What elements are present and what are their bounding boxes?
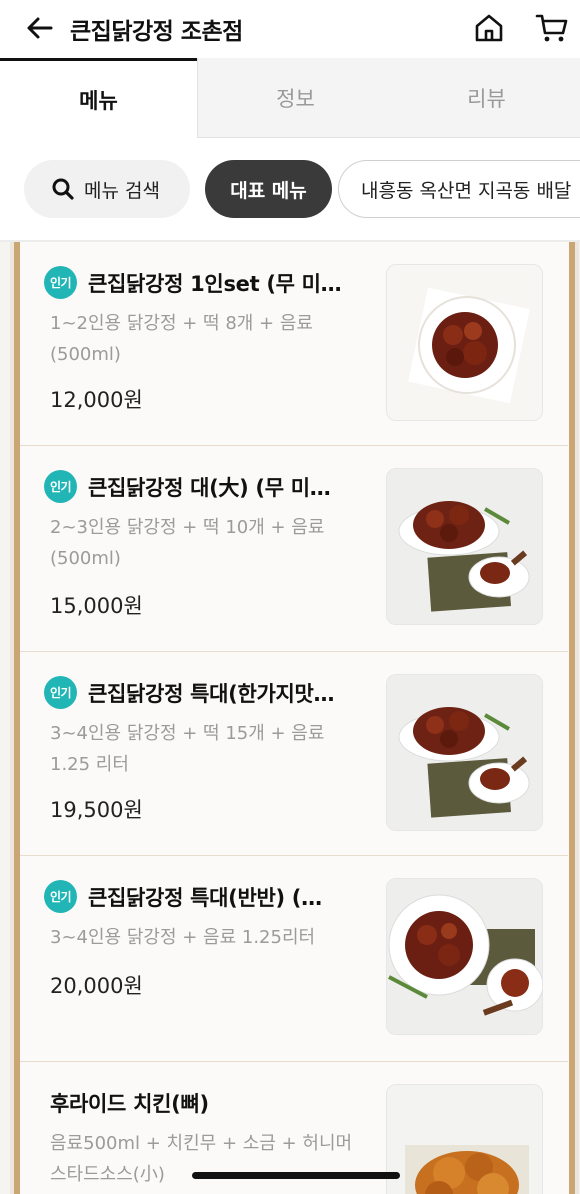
menu-item-photo: [386, 674, 543, 831]
menu-item-description: 음료500ml + 치킨무 + 소금 + 허니머 스타드소스(小): [50, 1133, 353, 1185]
tab-menu[interactable]: 메뉴: [0, 58, 197, 138]
top-app-bar: 큰집닭강정 조촌점: [0, 0, 580, 58]
home-indicator-bar: [192, 1172, 400, 1179]
menu-item-name: 큰집닭강정 특대(반반) (…: [88, 886, 322, 910]
menu-item[interactable]: 인기 큰집닭강정 특대(반반) (… 3~4인용 닭강정 + 음료 1.25리터…: [20, 856, 568, 1062]
menu-item-photo: [386, 264, 543, 421]
popular-badge: 인기: [44, 470, 77, 503]
menu-item[interactable]: 인기 큰집닭강정 대(大) (무 미… 2~3인용 닭강정 + 떡 10개 + …: [20, 446, 568, 652]
menu-item-name: 큰집닭강정 1인set (무 미…: [88, 272, 342, 296]
menu-item-photo: [386, 468, 543, 625]
representative-menu-chip[interactable]: 대표 메뉴: [205, 160, 332, 218]
menu-item-price: 20,000원: [50, 974, 143, 998]
menu-board: 인기 큰집닭강정 1인set (무 미… 1~2인용 닭강정 + 떡 8개 + …: [0, 242, 580, 1194]
popular-badge: 인기: [44, 880, 77, 913]
back-button[interactable]: [22, 10, 58, 46]
search-icon: [52, 178, 74, 200]
cart-icon: [535, 14, 568, 42]
menu-item-price: 19,500원: [50, 798, 143, 822]
menu-item-name: 큰집닭강정 특대(한가지맛…: [88, 682, 335, 706]
page-title: 큰집닭강정 조촌점: [70, 19, 243, 45]
menu-item-description: 2~3인용 닭강정 + 떡 10개 + 음료 (500ml): [50, 517, 325, 569]
menu-item-name: 후라이드 치킨(뼈): [50, 1092, 209, 1116]
arrow-left-icon: [27, 17, 53, 39]
menu-item-description: 1~2인용 닭강정 + 떡 8개 + 음료 (500ml): [50, 313, 313, 365]
home-icon: [475, 14, 503, 42]
menu-item-price: 15,000원: [50, 594, 143, 618]
popular-badge: 인기: [44, 676, 77, 709]
menu-item-name: 큰집닭강정 대(大) (무 미…: [88, 476, 331, 500]
popular-badge: 인기: [44, 266, 77, 299]
menu-item-photo: [386, 1084, 543, 1194]
menu-item[interactable]: 인기 큰집닭강정 특대(한가지맛… 3~4인용 닭강정 + 떡 15개 + 음료…: [20, 652, 568, 856]
menu-filter-chips: 메뉴 검색 대표 메뉴 내흥동 옥산면 지곡동 배달: [0, 160, 580, 218]
tab-bar: 메뉴 정보 리뷰: [0, 58, 580, 138]
menu-item-description: 3~4인용 닭강정 + 떡 15개 + 음료 1.25 리터: [50, 723, 325, 775]
menu-item-description: 3~4인용 닭강정 + 음료 1.25리터: [50, 927, 316, 948]
tab-info[interactable]: 정보: [197, 58, 393, 138]
menu-item-photo: [386, 878, 543, 1035]
menu-item-price: 12,000원: [50, 388, 143, 412]
tab-review[interactable]: 리뷰: [393, 58, 580, 138]
menu-item[interactable]: 인기 큰집닭강정 1인set (무 미… 1~2인용 닭강정 + 떡 8개 + …: [20, 242, 568, 446]
home-button[interactable]: [470, 9, 508, 47]
menu-search-button[interactable]: 메뉴 검색: [24, 160, 190, 218]
menu-search-label: 메뉴 검색: [84, 179, 160, 202]
cart-button[interactable]: [532, 9, 572, 47]
delivery-area-chip[interactable]: 내흥동 옥산면 지곡동 배달: [338, 160, 580, 218]
